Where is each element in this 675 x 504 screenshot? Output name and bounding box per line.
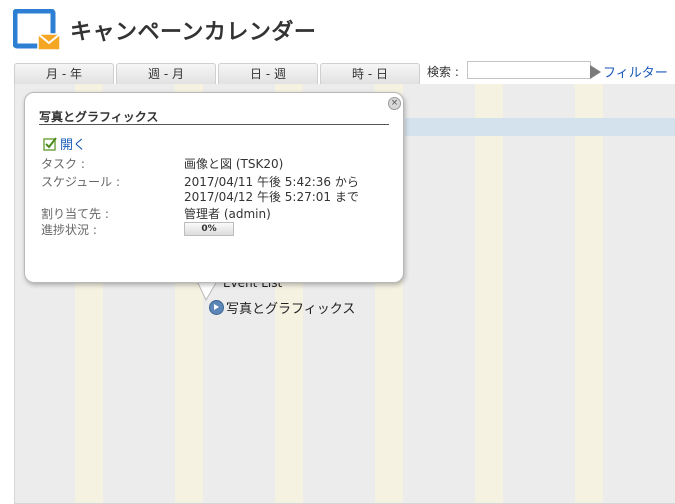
popup-divider bbox=[39, 124, 389, 125]
triangle-right-icon bbox=[590, 65, 601, 79]
play-circle-icon bbox=[209, 300, 224, 315]
tab-month-year[interactable]: 月 - 年 bbox=[14, 63, 114, 84]
open-link-label: 開く bbox=[60, 138, 87, 153]
popup-title: 写真とグラフィックス bbox=[39, 110, 159, 124]
tab-week-month[interactable]: 週 - 月 bbox=[116, 63, 216, 84]
calendar-event-label: 写真とグラフィックス bbox=[226, 302, 356, 317]
calendar-stripe bbox=[575, 84, 603, 504]
calendar-mail-icon bbox=[13, 9, 61, 51]
event-detail-popup: × 写真とグラフィックス 開く タスク : 画像と図 (TSK20) スケジュー… bbox=[24, 92, 404, 283]
schedule-end: 2017/04/12 午後 5:27:01 まで bbox=[184, 190, 359, 204]
popup-pointer bbox=[197, 281, 217, 301]
open-link[interactable]: 開く bbox=[43, 134, 86, 153]
tab-day-week[interactable]: 日 - 週 bbox=[218, 63, 318, 84]
search-input[interactable] bbox=[467, 61, 591, 79]
search-label: 検索 : bbox=[427, 65, 459, 79]
page-title: キャンペーンカレンダー bbox=[70, 20, 317, 45]
checkbox-edit-icon bbox=[43, 137, 57, 151]
schedule-label: スケジュール : bbox=[41, 175, 121, 189]
tab-hour-day[interactable]: 時 - 日 bbox=[320, 63, 420, 84]
calendar-stripe bbox=[475, 84, 503, 504]
filter-label: フィルター bbox=[603, 66, 668, 81]
progress-label: 進捗状況 : bbox=[41, 223, 97, 237]
close-icon[interactable]: × bbox=[388, 97, 401, 110]
assignee-label: 割り当て先 : bbox=[41, 207, 109, 221]
progress-bar: 0% bbox=[184, 222, 234, 236]
assignee-value: 管理者 (admin) bbox=[184, 207, 271, 221]
filter-link[interactable]: フィルター bbox=[590, 62, 668, 81]
task-label: タスク : bbox=[41, 157, 85, 171]
calendar-highlight-bar bbox=[405, 118, 675, 136]
task-value: 画像と図 (TSK20) bbox=[184, 157, 284, 171]
calendar-event[interactable]: 写真とグラフィックス bbox=[209, 298, 355, 317]
